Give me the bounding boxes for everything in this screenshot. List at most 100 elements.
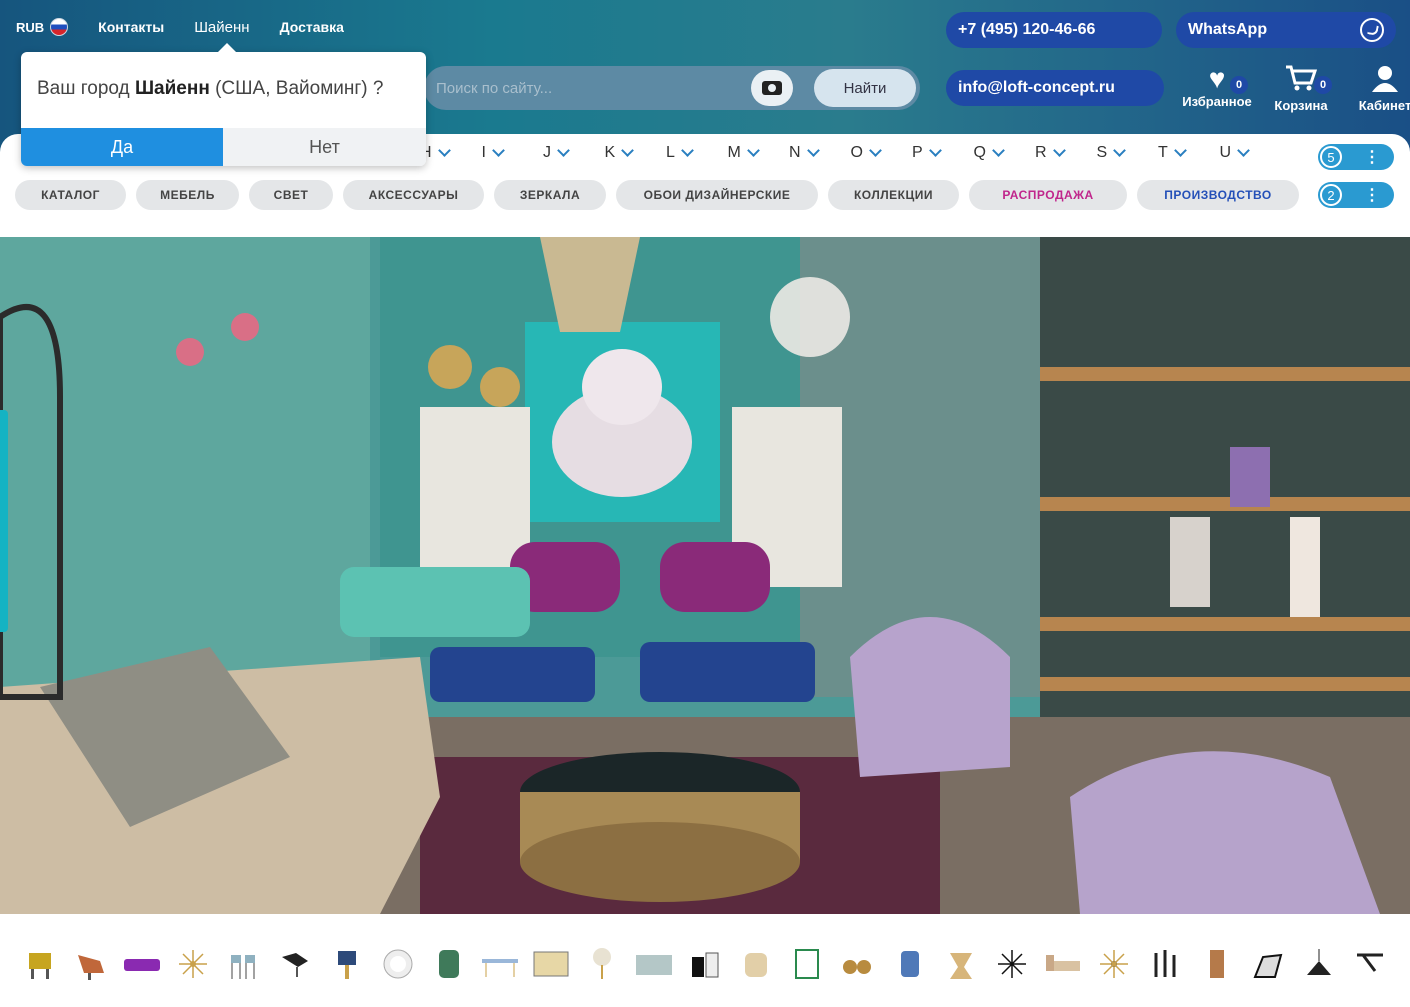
city-confirm-popup: Ваш город Шайенн (США, Вайоминг) ? Да Не…: [21, 43, 426, 166]
email-address: info@loft-concept.ru: [958, 79, 1115, 96]
currency-selector[interactable]: RUB: [16, 18, 69, 36]
category-collections[interactable]: КОЛЛЕКЦИИ: [828, 180, 959, 210]
track-light-thumbnail[interactable]: [1350, 944, 1390, 984]
letter-label: N: [789, 144, 801, 161]
city-name: Шайенн: [134, 78, 210, 99]
city-no-button[interactable]: Нет: [223, 128, 426, 166]
user-icons: ♥ 0 Избранное 0 Корзина Кабинет: [1180, 64, 1410, 114]
more-vertical-icon: ⋮: [1364, 149, 1380, 166]
zebra-thumbnail[interactable]: [1248, 944, 1288, 984]
chevron-down-icon: [928, 144, 942, 157]
screen-thumbnail[interactable]: [787, 944, 827, 984]
stools-thumbnail[interactable]: [224, 944, 264, 984]
city-question-suffix: (США, Вайоминг) ?: [209, 78, 384, 99]
letter-label: I: [481, 144, 486, 161]
nav-city-link[interactable]: Шайенн: [194, 19, 249, 36]
whatsapp-label: WhatsApp: [1188, 21, 1268, 38]
letters-more-count: 5: [1320, 146, 1342, 168]
russia-flag-icon: [50, 18, 69, 36]
favorites-button[interactable]: ♥ 0 Избранное: [1180, 64, 1254, 113]
side-feedback-tab[interactable]: [0, 410, 8, 632]
letter-label: R: [1035, 144, 1047, 161]
chevron-down-icon: [869, 144, 882, 157]
letter-u[interactable]: U: [1220, 144, 1282, 162]
letters-more-button[interactable]: 5 ⋮: [1318, 144, 1394, 170]
sofa-thumbnail[interactable]: [122, 944, 162, 984]
chandelier-thumbnail[interactable]: [992, 944, 1032, 984]
cabinet-tall-thumbnail[interactable]: [1197, 944, 1237, 984]
city-question: Ваш город Шайенн (США, Вайоминг) ?: [37, 78, 383, 100]
product-thumbnail-strip: [0, 944, 1410, 1007]
letter-r[interactable]: R: [1035, 144, 1097, 162]
category-production[interactable]: ПРОИЗВОДСТВО: [1137, 180, 1299, 210]
categories-more-button[interactable]: 2 ⋮: [1318, 182, 1394, 208]
chevron-down-icon: [681, 144, 694, 157]
table-lamp-thumbnail[interactable]: [327, 944, 367, 984]
chair-thumbnail[interactable]: [20, 944, 60, 984]
starburst-lamp-thumbnail[interactable]: [1094, 944, 1134, 984]
letter-j[interactable]: J: [543, 144, 605, 162]
favorites-count: 0: [1230, 76, 1248, 94]
page-root: { "topnav": { "currency": "RUB", "links"…: [0, 0, 1410, 1007]
bowls-thumbnail[interactable]: [838, 944, 878, 984]
city-yes-button[interactable]: Да: [21, 128, 223, 166]
search-input[interactable]: [436, 79, 756, 97]
bed-thumbnail[interactable]: [1043, 944, 1083, 984]
account-button[interactable]: Кабинет: [1348, 64, 1410, 113]
letter-m[interactable]: M: [728, 144, 790, 162]
letter-p[interactable]: P: [912, 144, 974, 162]
candlesticks-thumbnail[interactable]: [1145, 944, 1185, 984]
cart-button[interactable]: 0 Корзина: [1264, 64, 1338, 113]
side-table-thumbnail[interactable]: [941, 944, 981, 984]
letter-o[interactable]: O: [851, 144, 913, 162]
chevron-down-icon: [806, 144, 820, 157]
cart-count: 0: [1314, 76, 1332, 94]
category-wallpaper[interactable]: ОБОИ ДИЗАЙНЕРСКИЕ: [616, 180, 818, 210]
chevron-down-icon: [992, 144, 1005, 157]
picture-frame-thumbnail[interactable]: [531, 944, 571, 984]
more-vertical-icon: ⋮: [1364, 187, 1380, 204]
whatsapp-icon: [1360, 18, 1384, 42]
sideboard-thumbnail[interactable]: [634, 944, 674, 984]
category-accessories[interactable]: АКСЕССУАРЫ: [343, 180, 484, 210]
email-button[interactable]: info@loft-concept.ru: [946, 70, 1164, 106]
pendant-lamp-thumbnail[interactable]: [1299, 944, 1339, 984]
category-sale[interactable]: РАСПРОДАЖА: [969, 180, 1127, 210]
letter-q[interactable]: Q: [974, 144, 1036, 162]
category-furniture[interactable]: МЕБЕЛЬ: [136, 180, 239, 210]
sputnik-lamp-thumbnail[interactable]: [173, 944, 213, 984]
letter-label: U: [1219, 144, 1232, 161]
vase-thumbnail[interactable]: [890, 944, 930, 984]
desk-lamp-thumbnail[interactable]: [275, 944, 315, 984]
letter-label: Q: [973, 144, 986, 161]
letter-t[interactable]: T: [1158, 144, 1220, 162]
lounge-chair-thumbnail[interactable]: [71, 944, 111, 984]
console-thumbnail[interactable]: [480, 944, 520, 984]
cabinet-thumbnail[interactable]: [429, 944, 469, 984]
chevron-down-icon: [746, 144, 760, 157]
image-search-button[interactable]: [751, 70, 793, 106]
phone-button[interactable]: +7 (495) 120-46-66: [946, 12, 1162, 48]
letter-label: T: [1158, 144, 1168, 161]
letter-k[interactable]: K: [605, 144, 667, 162]
letter-l[interactable]: L: [666, 144, 728, 162]
letter-h[interactable]: H: [420, 144, 482, 162]
letter-s[interactable]: S: [1097, 144, 1159, 162]
letter-n[interactable]: N: [789, 144, 851, 162]
nav-delivery-link[interactable]: Доставка: [280, 19, 344, 35]
category-catalog[interactable]: КАТАЛОГ: [15, 180, 126, 210]
categories-more-count: 2: [1320, 184, 1342, 206]
category-mirrors[interactable]: ЗЕРКАЛА: [494, 180, 606, 210]
letter-i[interactable]: I: [482, 144, 544, 162]
category-lighting[interactable]: СВЕТ: [249, 180, 333, 210]
chevron-down-icon: [1173, 144, 1187, 157]
vases-thumbnail[interactable]: [685, 944, 725, 984]
pouf-thumbnail[interactable]: [736, 944, 776, 984]
mirror-thumbnail[interactable]: [378, 944, 418, 984]
currency-label: RUB: [16, 19, 45, 35]
letter-label: O: [850, 144, 863, 161]
nav-contacts-link[interactable]: Контакты: [98, 19, 164, 35]
tree-lamp-thumbnail[interactable]: [582, 944, 622, 984]
whatsapp-button[interactable]: WhatsApp: [1176, 12, 1396, 48]
search-submit-button[interactable]: Найти: [814, 69, 916, 107]
